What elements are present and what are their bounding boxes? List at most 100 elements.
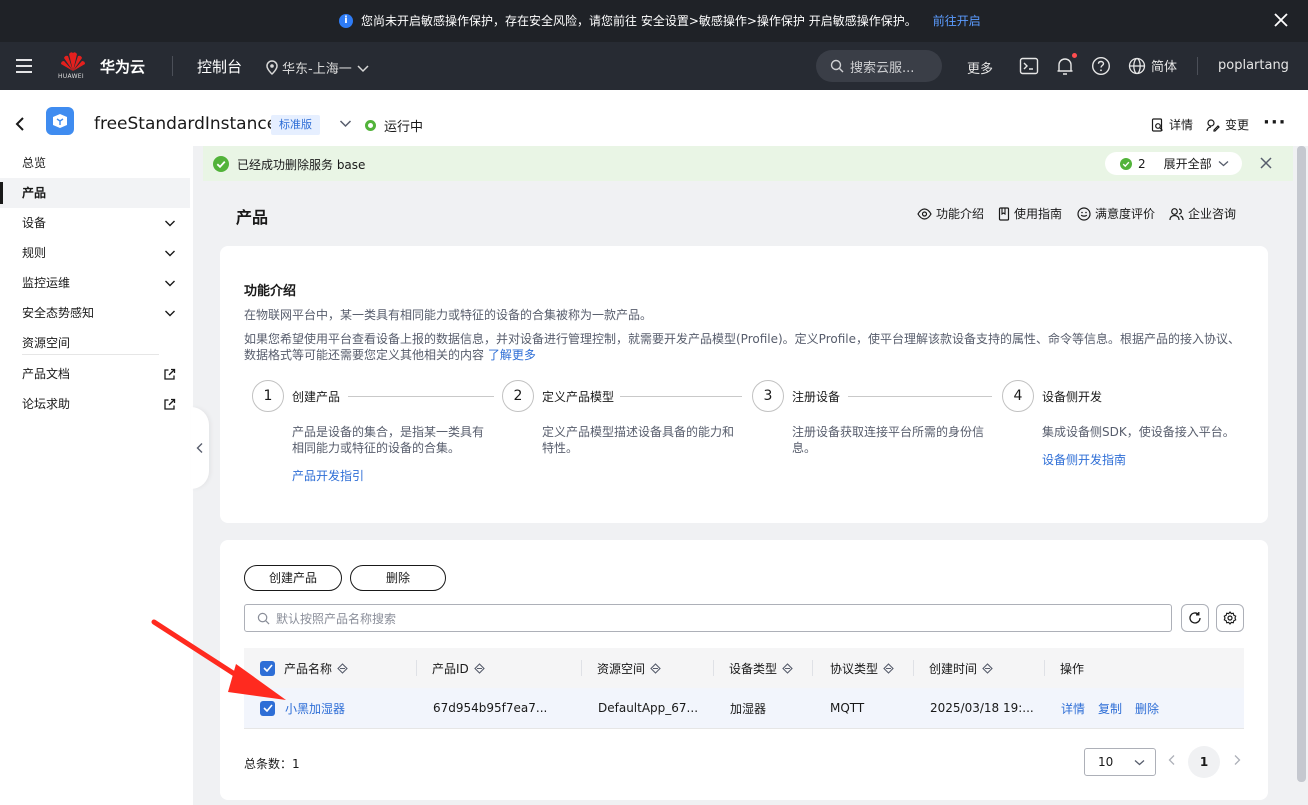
notification-dot [1072, 53, 1077, 58]
sidebar-item-label: 监控运维 [22, 276, 71, 290]
sidebar-item-overview[interactable]: 总览 [0, 148, 190, 178]
current-page[interactable]: 1 [1188, 746, 1220, 778]
more-actions-icon[interactable]: ··· [1263, 112, 1287, 133]
instance-name: freeStandardInstance [94, 114, 278, 134]
step-description: 产品是设备的集合，是指某一类具有相同能力或特征的设备的合集。 [292, 425, 485, 455]
chevron-down-icon [165, 220, 175, 227]
user-guide-link[interactable]: 使用指南 [998, 205, 1062, 222]
external-link-icon [164, 368, 176, 380]
step-link[interactable]: 产品开发指引 [292, 467, 364, 484]
chevron-down-icon [165, 280, 175, 287]
product-list-card: 创建产品 删除 默认按照产品名称搜索 产品名称 产品ID 资源空间 设备类型 协… [220, 540, 1268, 800]
column-header-space[interactable]: 资源空间 [597, 648, 661, 688]
chevron-left-icon [196, 443, 203, 453]
enterprise-consult-link[interactable]: 企业咨询 [1169, 205, 1236, 222]
huawei-logo-icon[interactable] [58, 50, 88, 72]
notification-count: 2 [1138, 156, 1146, 171]
user-menu[interactable]: poplartang [1218, 58, 1289, 73]
brand-name[interactable]: 华为云 [100, 56, 145, 77]
sort-icon [883, 662, 894, 674]
notice-link[interactable]: 前往开启 [933, 12, 981, 29]
sort-icon [650, 662, 661, 674]
sidebar-item-rules[interactable]: 规则 [0, 238, 190, 268]
column-header-name[interactable]: 产品名称 [284, 648, 348, 688]
location-pin-icon [266, 60, 278, 75]
feature-intro-link[interactable]: 功能介绍 [917, 205, 984, 222]
page-size-select[interactable]: 10 [1084, 748, 1156, 776]
security-notice-bar: i 您尚未开启敏感操作保护，存在安全风险，请您前往 安全设置>敏感操作>操作保护… [0, 0, 1308, 42]
success-check-icon [213, 156, 229, 172]
product-name-link[interactable]: 小黑加湿器 [285, 688, 345, 728]
success-message: 已经成功删除服务 base [237, 158, 366, 172]
refresh-icon[interactable] [1181, 604, 1209, 632]
vertical-scrollbar[interactable] [1297, 146, 1306, 782]
users-icon [1169, 207, 1184, 220]
external-link-icon [164, 398, 176, 410]
sidebar-item-monitoring[interactable]: 监控运维 [0, 268, 190, 298]
console-link[interactable]: 控制台 [197, 56, 242, 77]
column-divider [1044, 660, 1045, 676]
feature-intro-card: 功能介绍 在物联网平台中，某一类具有相同能力或特征的设备的合集被称为一款产品。 … [220, 246, 1268, 523]
table-row[interactable]: 小黑加湿器 67d954b95f7ea7... DefaultApp_67...… [244, 688, 1244, 729]
step-title: 定义产品模型 [542, 390, 615, 404]
menu-icon[interactable] [15, 58, 33, 74]
more-menu[interactable]: 更多 [967, 58, 993, 77]
expand-all-toggle[interactable]: 2 展开全部 [1105, 152, 1242, 175]
top-navigation: HUAWEI 华为云 控制台 华东-上海一 搜索云服... 更多 简体 popl… [0, 42, 1308, 90]
delete-button[interactable]: 删除 [350, 565, 446, 591]
sidebar-item-devices[interactable]: 设备 [0, 208, 190, 238]
sort-icon [782, 662, 793, 674]
change-label: 变更 [1225, 118, 1250, 132]
row-action-copy[interactable]: 复制 [1098, 688, 1122, 728]
create-product-button[interactable]: 创建产品 [244, 565, 342, 591]
global-search-input[interactable]: 搜索云服... [816, 50, 942, 82]
instance-switch-chevron-icon[interactable] [339, 119, 352, 128]
row-action-details[interactable]: 详情 [1061, 688, 1085, 728]
step-number: 4 [1002, 380, 1034, 412]
sidebar-item-forum[interactable]: 论坛求助 [0, 389, 190, 419]
status-dot-icon [365, 120, 376, 131]
change-button[interactable]: 变更 [1206, 116, 1249, 133]
learn-more-link[interactable]: 了解更多 [488, 348, 536, 362]
step-title: 注册设备 [792, 390, 841, 404]
column-divider [812, 660, 813, 676]
sidebar-item-product-docs[interactable]: 产品文档 [0, 359, 190, 389]
sidebar-item-label: 产品 [22, 186, 47, 200]
nav-divider [172, 56, 173, 76]
tool-label: 满意度评价 [1095, 207, 1156, 221]
column-header-id[interactable]: 产品ID [432, 648, 485, 688]
settings-gear-icon[interactable] [1216, 604, 1244, 632]
intro-heading: 功能介绍 [244, 284, 297, 299]
product-search-input[interactable]: 默认按照产品名称搜索 [244, 604, 1172, 632]
column-header-protocol[interactable]: 协议类型 [830, 648, 894, 688]
step-link[interactable]: 设备侧开发指南 [1042, 451, 1126, 468]
column-header-device-type[interactable]: 设备类型 [729, 648, 793, 688]
terminal-icon[interactable] [1019, 56, 1039, 76]
help-icon[interactable] [1091, 56, 1111, 76]
satisfaction-link[interactable]: 满意度评价 [1077, 205, 1155, 222]
eye-icon [917, 207, 932, 220]
details-button[interactable]: 详情 [1151, 116, 1193, 133]
close-icon[interactable] [1260, 157, 1272, 169]
column-header-actions: 操作 [1060, 648, 1084, 688]
row-action-delete[interactable]: 删除 [1135, 688, 1159, 728]
nav-divider [1197, 57, 1198, 75]
chevron-down-icon [165, 310, 175, 317]
region-selector[interactable]: 华东-上海一 [266, 58, 370, 77]
next-page-icon[interactable] [1233, 754, 1241, 766]
success-banner: 已经成功删除服务 base 2 展开全部 [203, 146, 1293, 181]
close-icon[interactable] [1272, 11, 1290, 29]
sidebar-item-security[interactable]: 安全态势感知 [0, 298, 190, 328]
tool-label: 功能介绍 [936, 207, 985, 221]
language-selector[interactable]: 简体 [1128, 56, 1177, 75]
back-arrow-icon[interactable] [14, 116, 26, 132]
region-label: 华东-上海一 [282, 62, 352, 77]
sidebar-item-products[interactable]: 产品 [0, 178, 190, 208]
prev-page-icon[interactable] [1168, 754, 1176, 766]
column-header-label: 协议类型 [830, 661, 879, 676]
bell-icon[interactable] [1056, 56, 1074, 76]
sidebar-collapse-toggle[interactable] [191, 407, 209, 489]
protocol-type: MQTT [830, 701, 865, 715]
column-header-created[interactable]: 创建时间 [929, 648, 993, 688]
status-label: 运行中 [384, 120, 424, 135]
